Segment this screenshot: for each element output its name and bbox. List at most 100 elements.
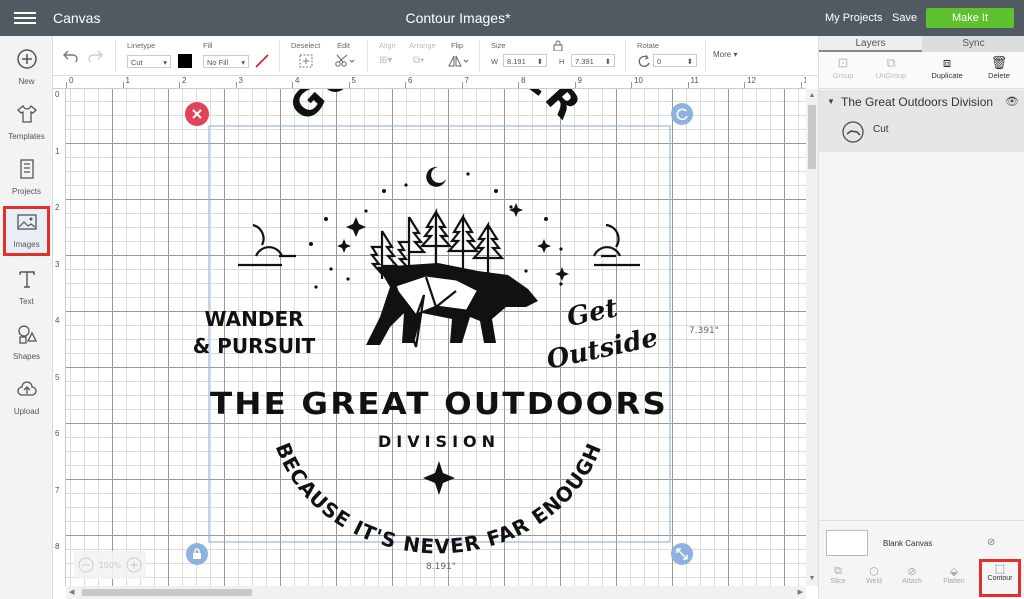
redo-icon[interactable] [87,48,103,62]
slice-button[interactable]: ⧉ Slice [819,565,857,585]
moon-icon [426,166,446,187]
projects-icon [19,159,34,179]
sidebar-item-new[interactable]: New [3,44,50,92]
stepper-icon: ⬍ [536,57,543,66]
no-fill-swatch-icon[interactable] [255,54,269,68]
ruler-top-label: 10 [634,76,643,85]
sidebar-item-images[interactable]: Images [3,206,50,256]
rotate-handle-icon[interactable] [671,103,693,125]
rotate-icon[interactable] [637,54,651,68]
design-canvas[interactable]: GO FARTHER WA [66,89,806,586]
sidebar-item-label: New [18,77,35,86]
align-icon[interactable]: ⊞▾ [379,55,392,66]
my-projects-link[interactable]: My Projects [825,12,882,24]
delete-button[interactable]: 🗑 Delete [975,55,1023,80]
delete-label: Delete [988,71,1010,80]
left-sidebar: New Templates Projects Images Text Shape… [0,36,53,599]
sidebar-item-templates[interactable]: Templates [3,99,50,147]
scrollbar-thumb[interactable] [82,589,252,596]
fill-select[interactable]: No Fill ▾ [203,55,249,68]
ruler-top-label: 11 [690,76,699,85]
ruler-top-label: 7 [464,76,469,85]
scroll-down-icon[interactable]: ▼ [806,575,818,582]
height-label: H [559,57,565,66]
expand-caret-icon[interactable]: ▼ [827,97,835,106]
group-button[interactable]: ⊡ Group [819,55,867,80]
tab-layers[interactable]: Layers [819,36,922,52]
ruler-left-label: 3 [55,259,60,269]
ungroup-button[interactable]: ⧉ UnGroup [867,55,915,80]
duplicate-icon: ⧈ [942,55,952,70]
ruler-top-label: 9 [577,76,582,85]
sidebar-item-text[interactable]: Text [3,264,50,312]
sidebar-item-projects[interactable]: Projects [3,154,50,202]
layer-group[interactable]: ▼ The Great Outdoors Division 👁 Cut [819,90,1024,152]
sidebar-item-label: Projects [12,187,41,196]
flatten-icon: ⬙ [949,566,959,578]
ruler-top: 012345678910111213 [53,76,806,89]
eye-slash-icon[interactable]: ⊘ [987,537,995,548]
design-left-text-2: & PURSUIT [193,334,316,358]
scissors-icon[interactable] [335,54,355,68]
deselect-icon[interactable] [299,54,313,68]
vertical-scrollbar[interactable]: ▲ ▼ [806,89,818,586]
ungroup-label: UnGroup [875,71,907,80]
flatten-button[interactable]: ⬙ Flatten [935,565,973,585]
arrange-icon[interactable]: ⧉▾ [413,55,424,66]
more-menu[interactable]: More ▾ [713,50,737,59]
scrollbar-thumb[interactable] [808,105,816,169]
horizontal-scrollbar[interactable]: ◀ ▶ [66,586,806,599]
sidebar-item-upload[interactable]: Upload [3,374,50,422]
save-button[interactable]: Save [892,12,917,24]
contour-label: Contour [987,575,1013,582]
edit-label: Edit [337,41,350,50]
undo-icon[interactable] [63,48,79,62]
linetype-label: Linetype [127,41,156,50]
weld-button[interactable]: ⬡ Weld [855,565,893,585]
height-input[interactable]: 7.391 ⬍ [571,54,615,67]
weld-label: Weld [866,578,882,585]
design-main-text: THE GREAT OUTDOORS [210,387,668,422]
width-input[interactable]: 8.191 ⬍ [503,54,547,67]
make-it-button[interactable]: Make It [926,8,1014,28]
rotate-label: Rotate [637,41,660,50]
sidebar-item-label: Templates [8,132,45,141]
design-right-text-1: Get [564,293,620,333]
attach-label: Attach [902,578,922,585]
ruler-left-label: 2 [55,203,60,212]
sidebar-item-shapes[interactable]: Shapes [3,319,50,367]
ruler-left-label: 4 [55,316,60,325]
plus-circle-icon [16,49,37,69]
rotate-input[interactable]: 0 ⬍ [653,54,697,67]
weld-icon: ⬡ [869,566,879,578]
stepper-icon: ⬍ [686,57,693,66]
lock-icon[interactable] [553,40,563,51]
eye-icon[interactable]: 👁 [1005,95,1019,108]
deselect-label: Deselect [291,41,321,50]
document-title: Contour Images* [405,10,511,26]
blank-canvas-swatch[interactable] [826,530,868,556]
ruler-top-label: 1 [125,76,130,85]
design-top-arc-text: GO FARTHER [281,89,591,129]
size-label: Size [491,41,506,50]
chevron-down-icon: ▾ [241,58,245,67]
layer-bottom-actions: Blank Canvas ⊘ ⧉ Slice ⬡ Weld ⊘ Attach ⬙ Fla… [819,520,1024,599]
design-artwork[interactable]: GO FARTHER WA [66,89,806,586]
ruler-top-label: 2 [182,76,187,85]
contour-icon: ⬚ [994,563,1006,575]
scroll-right-icon[interactable]: ▶ [798,588,803,596]
linetype-value: Cut [131,58,143,67]
arrange-label: Arrange [409,41,436,50]
linetype-color-swatch[interactable] [178,54,192,68]
layer-actions: ⊡ Group ⧉ UnGroup ⧈ Duplicate 🗑 Delete [819,53,1024,89]
attach-button[interactable]: ⊘ Attach [893,565,931,585]
tab-sync[interactable]: Sync [922,36,1024,52]
scroll-left-icon[interactable]: ◀ [69,588,74,596]
scroll-up-icon[interactable]: ▲ [806,92,818,99]
flip-icon[interactable] [447,54,469,68]
chevron-down-icon: ▾ [733,50,738,59]
linetype-select[interactable]: Cut ▾ [127,55,171,68]
ruler-top-label: 0 [69,76,74,85]
duplicate-button[interactable]: ⧈ Duplicate [923,55,971,80]
contour-button[interactable]: ⬚ Contour [979,559,1021,597]
